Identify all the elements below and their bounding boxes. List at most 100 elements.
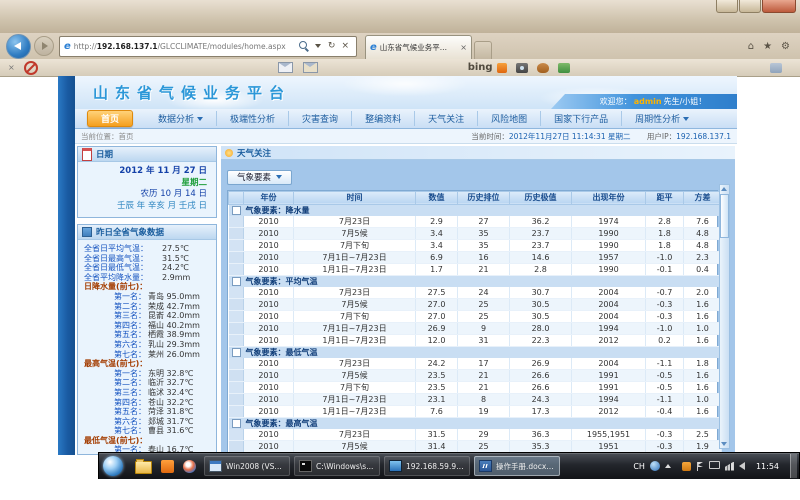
table-row[interactable]: 20107月1日~7月23日26.9928.01994-1.01.0 bbox=[229, 322, 722, 334]
app-icon[interactable] bbox=[161, 460, 174, 473]
forward-button[interactable] bbox=[34, 36, 54, 56]
scrollbar-thumb[interactable] bbox=[720, 194, 729, 238]
table-group-row[interactable]: 气象要素：最高气温 bbox=[229, 417, 722, 429]
nav-item-7[interactable]: 风险地图 bbox=[477, 111, 540, 126]
group-checkbox[interactable] bbox=[232, 277, 241, 286]
new-tab-button[interactable] bbox=[474, 41, 492, 59]
nav-item-1[interactable]: 首页 bbox=[87, 110, 133, 127]
table-cell: 2010 bbox=[244, 369, 294, 381]
nav-item-9[interactable]: 周期性分析 bbox=[621, 111, 702, 126]
table-row[interactable]: 20107月下旬27.02530.52004-0.31.6 bbox=[229, 310, 722, 322]
close-button[interactable] bbox=[762, 0, 796, 13]
browser-tab[interactable]: e 山东省气候业务平... × bbox=[365, 35, 472, 59]
group-checkbox[interactable] bbox=[232, 348, 241, 357]
table-cell: -1.0 bbox=[646, 322, 684, 334]
table-row[interactable]: 20107月23日31.52936.31955,1951-0.32.5 bbox=[229, 429, 722, 441]
language-indicator[interactable]: CH bbox=[633, 462, 645, 471]
table-row[interactable]: 20107月23日24.21726.92004-1.11.8 bbox=[229, 358, 722, 370]
table-row[interactable]: 20107月下旬23.52126.61991-0.51.6 bbox=[229, 381, 722, 393]
nav-item-8[interactable]: 国家下行产品 bbox=[540, 111, 621, 126]
taskbar-clock[interactable]: 11:54 bbox=[756, 462, 779, 471]
mail-icon[interactable] bbox=[278, 62, 293, 73]
url-text[interactable]: http://192.168.137.1/GLCCLIMATE/modules/… bbox=[74, 42, 295, 51]
stop-icon[interactable]: × bbox=[341, 41, 349, 51]
table-group-row[interactable]: 气象要素：降水量 bbox=[229, 204, 722, 216]
table-cell: 2010 bbox=[244, 405, 294, 417]
taskbar-button-2[interactable]: C:\Windows\s... bbox=[294, 456, 380, 476]
home-icon[interactable]: ⌂ bbox=[748, 41, 754, 52]
tray-expand-icon[interactable] bbox=[665, 464, 671, 468]
table-cell: 24.2 bbox=[416, 358, 458, 370]
table-cell: 4.8 bbox=[684, 227, 722, 239]
taskbar-button-1[interactable]: Win2008 (VS2... bbox=[204, 456, 290, 476]
table-row[interactable]: 20107月5候31.42535.31951-0.31.9 bbox=[229, 440, 722, 452]
volume-icon[interactable] bbox=[739, 462, 745, 470]
tools-gear-icon[interactable]: ⚙ bbox=[781, 41, 790, 52]
refresh-icon[interactable]: ↻ bbox=[328, 41, 336, 51]
paw-icon[interactable] bbox=[537, 63, 549, 73]
table-row[interactable]: 20101月1日~7月23日7.61917.32012-0.41.6 bbox=[229, 405, 722, 417]
rank-value: 郯城 31.7℃ bbox=[146, 417, 212, 427]
group-checkbox[interactable] bbox=[232, 419, 241, 428]
table-row[interactable]: 20107月下旬3.43523.719901.84.8 bbox=[229, 239, 722, 251]
explorer-icon[interactable] bbox=[135, 461, 152, 474]
table-cell: -1.0 bbox=[646, 251, 684, 263]
metric-line: 全省日最高气温：31.5℃ bbox=[84, 254, 212, 264]
camera-icon[interactable] bbox=[516, 63, 528, 73]
table-cell: 23.5 bbox=[416, 369, 458, 381]
nav-item-3[interactable]: 极端性分析 bbox=[216, 111, 288, 126]
leaf-icon[interactable] bbox=[558, 63, 570, 73]
word-icon bbox=[479, 460, 492, 472]
close-toolbar-icon[interactable]: × bbox=[8, 63, 15, 72]
media-player-icon[interactable] bbox=[183, 460, 196, 473]
vm-icon bbox=[209, 460, 222, 472]
taskbar-button-4[interactable]: 操作手册.docx -... bbox=[474, 456, 560, 476]
lunar-date: 农历 10 月 14 日 bbox=[82, 189, 207, 201]
blocked-content-icon[interactable] bbox=[24, 61, 38, 75]
nav-item-5[interactable]: 整编资料 bbox=[351, 111, 414, 126]
table-scrollbar[interactable] bbox=[719, 184, 730, 449]
back-button[interactable] bbox=[6, 34, 31, 59]
minimize-button[interactable] bbox=[716, 0, 738, 13]
nav-item-2[interactable]: 数据分析 bbox=[145, 111, 216, 126]
bing-logo[interactable]: bing bbox=[468, 62, 493, 73]
table-cell: 25 bbox=[458, 298, 510, 310]
table-cell: 31.4 bbox=[416, 440, 458, 452]
table-row[interactable]: 20107月1日~7月23日23.1824.31994-1.11.0 bbox=[229, 393, 722, 405]
favorites-star-icon[interactable]: ★ bbox=[763, 41, 772, 52]
table-row[interactable]: 20107月1日~7月23日6.91614.61957-1.02.3 bbox=[229, 251, 722, 263]
address-dropdown-icon[interactable] bbox=[315, 44, 321, 48]
maximize-button[interactable] bbox=[739, 0, 761, 13]
start-button[interactable] bbox=[103, 456, 123, 476]
table-row[interactable]: 20107月5候23.52126.61991-0.51.6 bbox=[229, 369, 722, 381]
globe-icon[interactable] bbox=[650, 461, 660, 471]
tab-close-icon[interactable]: × bbox=[460, 43, 467, 52]
table-row[interactable]: 20101月1日~7月23日12.03122.320120.21.6 bbox=[229, 334, 722, 346]
table-group-row[interactable]: 气象要素：最低气温 bbox=[229, 346, 722, 358]
table-row[interactable]: 20107月23日2.92736.219742.87.6 bbox=[229, 216, 722, 228]
show-desktop-button[interactable] bbox=[790, 454, 797, 478]
display-icon[interactable] bbox=[709, 461, 720, 469]
address-bar[interactable]: e http://192.168.137.1/GLCCLIMATE/module… bbox=[59, 36, 357, 57]
group-checkbox[interactable] bbox=[232, 206, 241, 215]
table-row[interactable]: 20107月23日27.52430.72004-0.72.0 bbox=[229, 287, 722, 299]
network-icon[interactable] bbox=[725, 462, 734, 471]
rank-section-label: 日降水量(前七)： bbox=[84, 282, 212, 292]
tray-app-icon[interactable] bbox=[682, 462, 691, 471]
table-row[interactable]: 20107月5候27.02530.52004-0.31.6 bbox=[229, 298, 722, 310]
table-cell: 7月5候 bbox=[294, 227, 416, 239]
nav-item-4[interactable]: 灾害查询 bbox=[288, 111, 351, 126]
table-row[interactable]: 20107月5候3.43523.719901.84.8 bbox=[229, 227, 722, 239]
row-indent-cell bbox=[229, 322, 244, 334]
action-center-flag-icon[interactable] bbox=[696, 462, 704, 471]
element-selector-button[interactable]: 气象要素 bbox=[227, 170, 292, 185]
search-icon[interactable] bbox=[299, 41, 307, 49]
table-cell: 2010 bbox=[244, 263, 294, 275]
nav-item-6[interactable]: 天气关注 bbox=[414, 111, 477, 126]
table-row[interactable]: 20101月1日~7月23日1.7212.81990-0.10.4 bbox=[229, 263, 722, 275]
taskbar-button-3[interactable]: 192.168.59.99... bbox=[384, 456, 470, 476]
mail-icon-2[interactable] bbox=[303, 62, 318, 73]
addon-icon[interactable] bbox=[770, 63, 782, 73]
window-titlebar[interactable] bbox=[0, 0, 800, 34]
table-group-row[interactable]: 气象要素：平均气温 bbox=[229, 275, 722, 287]
